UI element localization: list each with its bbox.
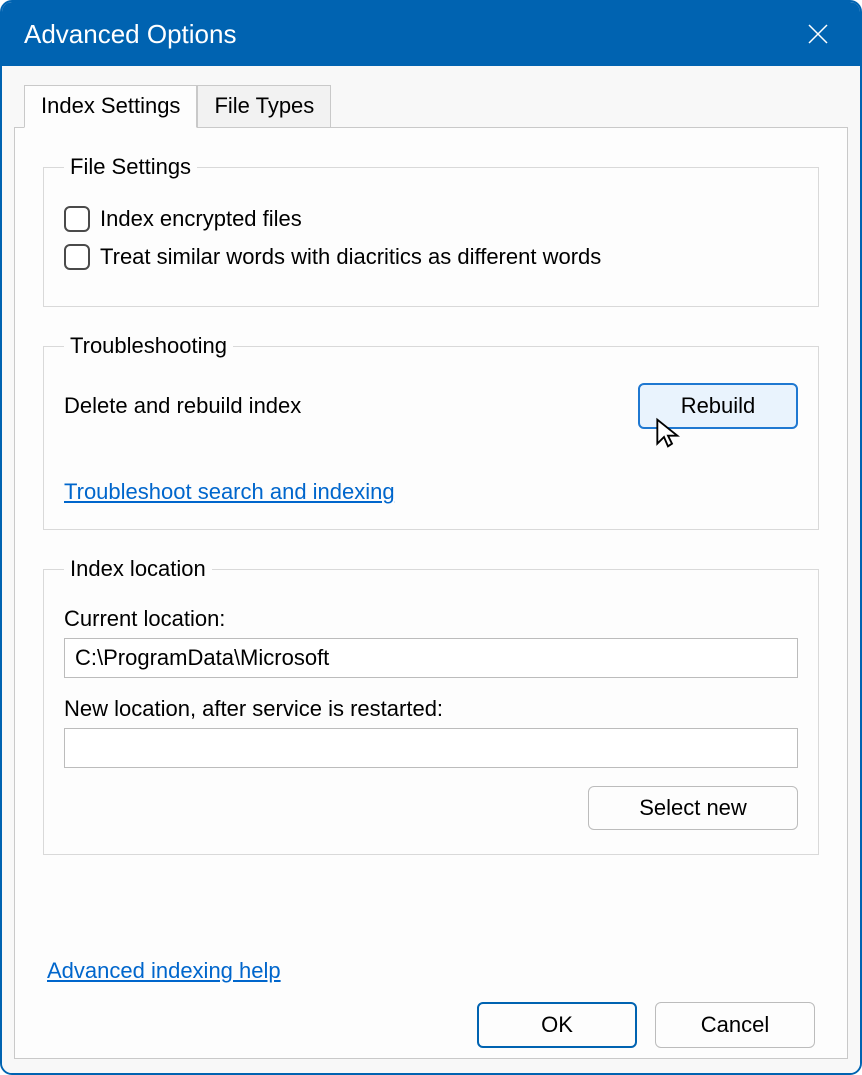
group-file-settings: File Settings Index encrypted files Trea… (43, 154, 819, 307)
checkbox-diacritics[interactable] (64, 244, 90, 270)
label-diacritics: Treat similar words with diacritics as d… (100, 244, 601, 270)
label-current-location: Current location: (64, 606, 798, 632)
close-button[interactable] (798, 14, 838, 54)
label-delete-rebuild: Delete and rebuild index (64, 393, 301, 419)
advanced-options-dialog: Advanced Options Index Settings File Typ… (0, 0, 862, 1075)
row-index-encrypted: Index encrypted files (64, 206, 798, 232)
label-new-location: New location, after service is restarted… (64, 696, 798, 722)
select-new-button[interactable]: Select new (588, 786, 798, 830)
window-title: Advanced Options (24, 19, 236, 50)
group-index-location-legend: Index location (64, 556, 212, 582)
group-troubleshooting: Troubleshooting Delete and rebuild index… (43, 333, 819, 530)
tab-file-types[interactable]: File Types (197, 85, 331, 128)
tab-strip: Index Settings File Types (14, 84, 848, 127)
ok-button[interactable]: OK (477, 1002, 637, 1048)
row-rebuild: Delete and rebuild index Rebuild (64, 383, 798, 429)
current-location-field[interactable] (64, 638, 798, 678)
tab-index-settings[interactable]: Index Settings (24, 85, 197, 128)
group-index-location: Index location Current location: New loc… (43, 556, 819, 855)
new-location-field[interactable] (64, 728, 798, 768)
group-troubleshooting-legend: Troubleshooting (64, 333, 233, 359)
group-file-settings-legend: File Settings (64, 154, 197, 180)
dialog-buttons: OK Cancel (43, 1002, 819, 1048)
advanced-indexing-help-link[interactable]: Advanced indexing help (47, 958, 281, 984)
label-index-encrypted: Index encrypted files (100, 206, 302, 232)
row-diacritics: Treat similar words with diacritics as d… (64, 244, 798, 270)
checkbox-index-encrypted[interactable] (64, 206, 90, 232)
titlebar: Advanced Options (2, 2, 860, 66)
bottom-area: Advanced indexing help OK Cancel (43, 952, 819, 1048)
client-area: Index Settings File Types File Settings … (2, 66, 860, 1073)
troubleshoot-link[interactable]: Troubleshoot search and indexing (64, 479, 395, 505)
rebuild-button[interactable]: Rebuild (638, 383, 798, 429)
cancel-button[interactable]: Cancel (655, 1002, 815, 1048)
tabpage-index-settings: File Settings Index encrypted files Trea… (14, 127, 848, 1059)
close-icon (806, 22, 830, 46)
